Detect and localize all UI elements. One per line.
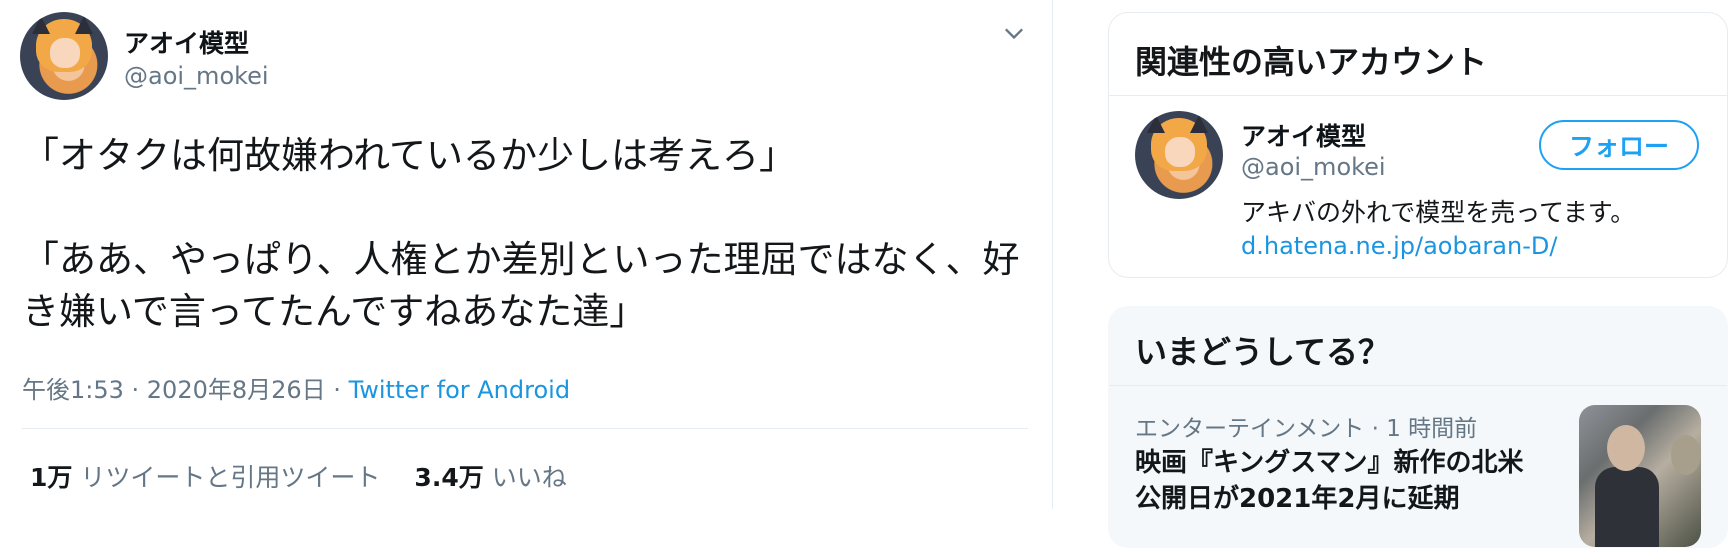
author-avatar[interactable] xyxy=(20,12,108,100)
related-accounts-title: 関連性の高いアカウント xyxy=(1135,43,1488,81)
trend-item-headline[interactable]: 映画『キングスマン』新作の北米 公開日が2021年2月に延期 xyxy=(1135,445,1535,517)
retweets-label: リツイートと引用ツイート xyxy=(80,463,381,492)
follow-button[interactable]: フォロー xyxy=(1539,120,1699,170)
tweet-stats: 1万 リツイートと引用ツイート 3.4万 いいね xyxy=(30,458,567,494)
divider xyxy=(22,428,1028,429)
column-divider xyxy=(1052,0,1053,509)
tweet-meta: 午後1:53 · 2020年8月26日 · Twitter for Androi… xyxy=(22,370,570,405)
likes-stat[interactable]: 3.4万 いいね xyxy=(414,463,566,492)
trends-title: いまどうしてる？ xyxy=(1135,333,1391,371)
tweet-source-link[interactable]: Twitter for Android xyxy=(349,376,570,404)
chevron-down-icon[interactable] xyxy=(1000,20,1028,48)
tweet-text: 「オタクは何故嫌われているか少しは考えろ」 「ああ、やっぱり、人権とか差別といっ… xyxy=(22,134,1020,333)
card-divider xyxy=(1109,385,1727,386)
author-handle[interactable]: @aoi_mokei xyxy=(124,62,269,90)
related-account-link[interactable]: d.hatena.ne.jp/aobaran-D/ xyxy=(1241,232,1557,260)
trend-item-thumbnail[interactable] xyxy=(1579,405,1701,547)
tweet-detail: アオイ模型 @aoi_mokei 「オタクは何故嫌われているか少しは考えろ」 「… xyxy=(0,0,1052,509)
likes-label: いいね xyxy=(491,463,567,492)
related-account-bio: アキバの外れで模型を売ってます。 xyxy=(1241,198,1636,227)
related-account-handle[interactable]: @aoi_mokei xyxy=(1241,153,1386,181)
retweets-count: 1万 xyxy=(30,463,73,492)
likes-count: 3.4万 xyxy=(414,463,484,492)
related-accounts-card: 関連性の高いアカウント アオイ模型 @aoi_mokei フォロー アキバの外れ… xyxy=(1108,12,1728,278)
trend-item-meta[interactable]: エンターテインメント · 1 時間前 xyxy=(1135,409,1477,443)
author-display-name[interactable]: アオイ模型 xyxy=(124,24,249,60)
tweet-timestamp[interactable]: 午後1:53 · 2020年8月26日 · xyxy=(22,376,349,404)
related-account-display-name[interactable]: アオイ模型 xyxy=(1241,117,1366,153)
retweets-stat[interactable]: 1万 リツイートと引用ツイート xyxy=(30,463,380,492)
related-account-avatar[interactable] xyxy=(1135,111,1223,199)
card-divider xyxy=(1109,95,1727,96)
trends-card: いまどうしてる？ エンターテインメント · 1 時間前 映画『キングスマン』新作… xyxy=(1108,306,1728,548)
